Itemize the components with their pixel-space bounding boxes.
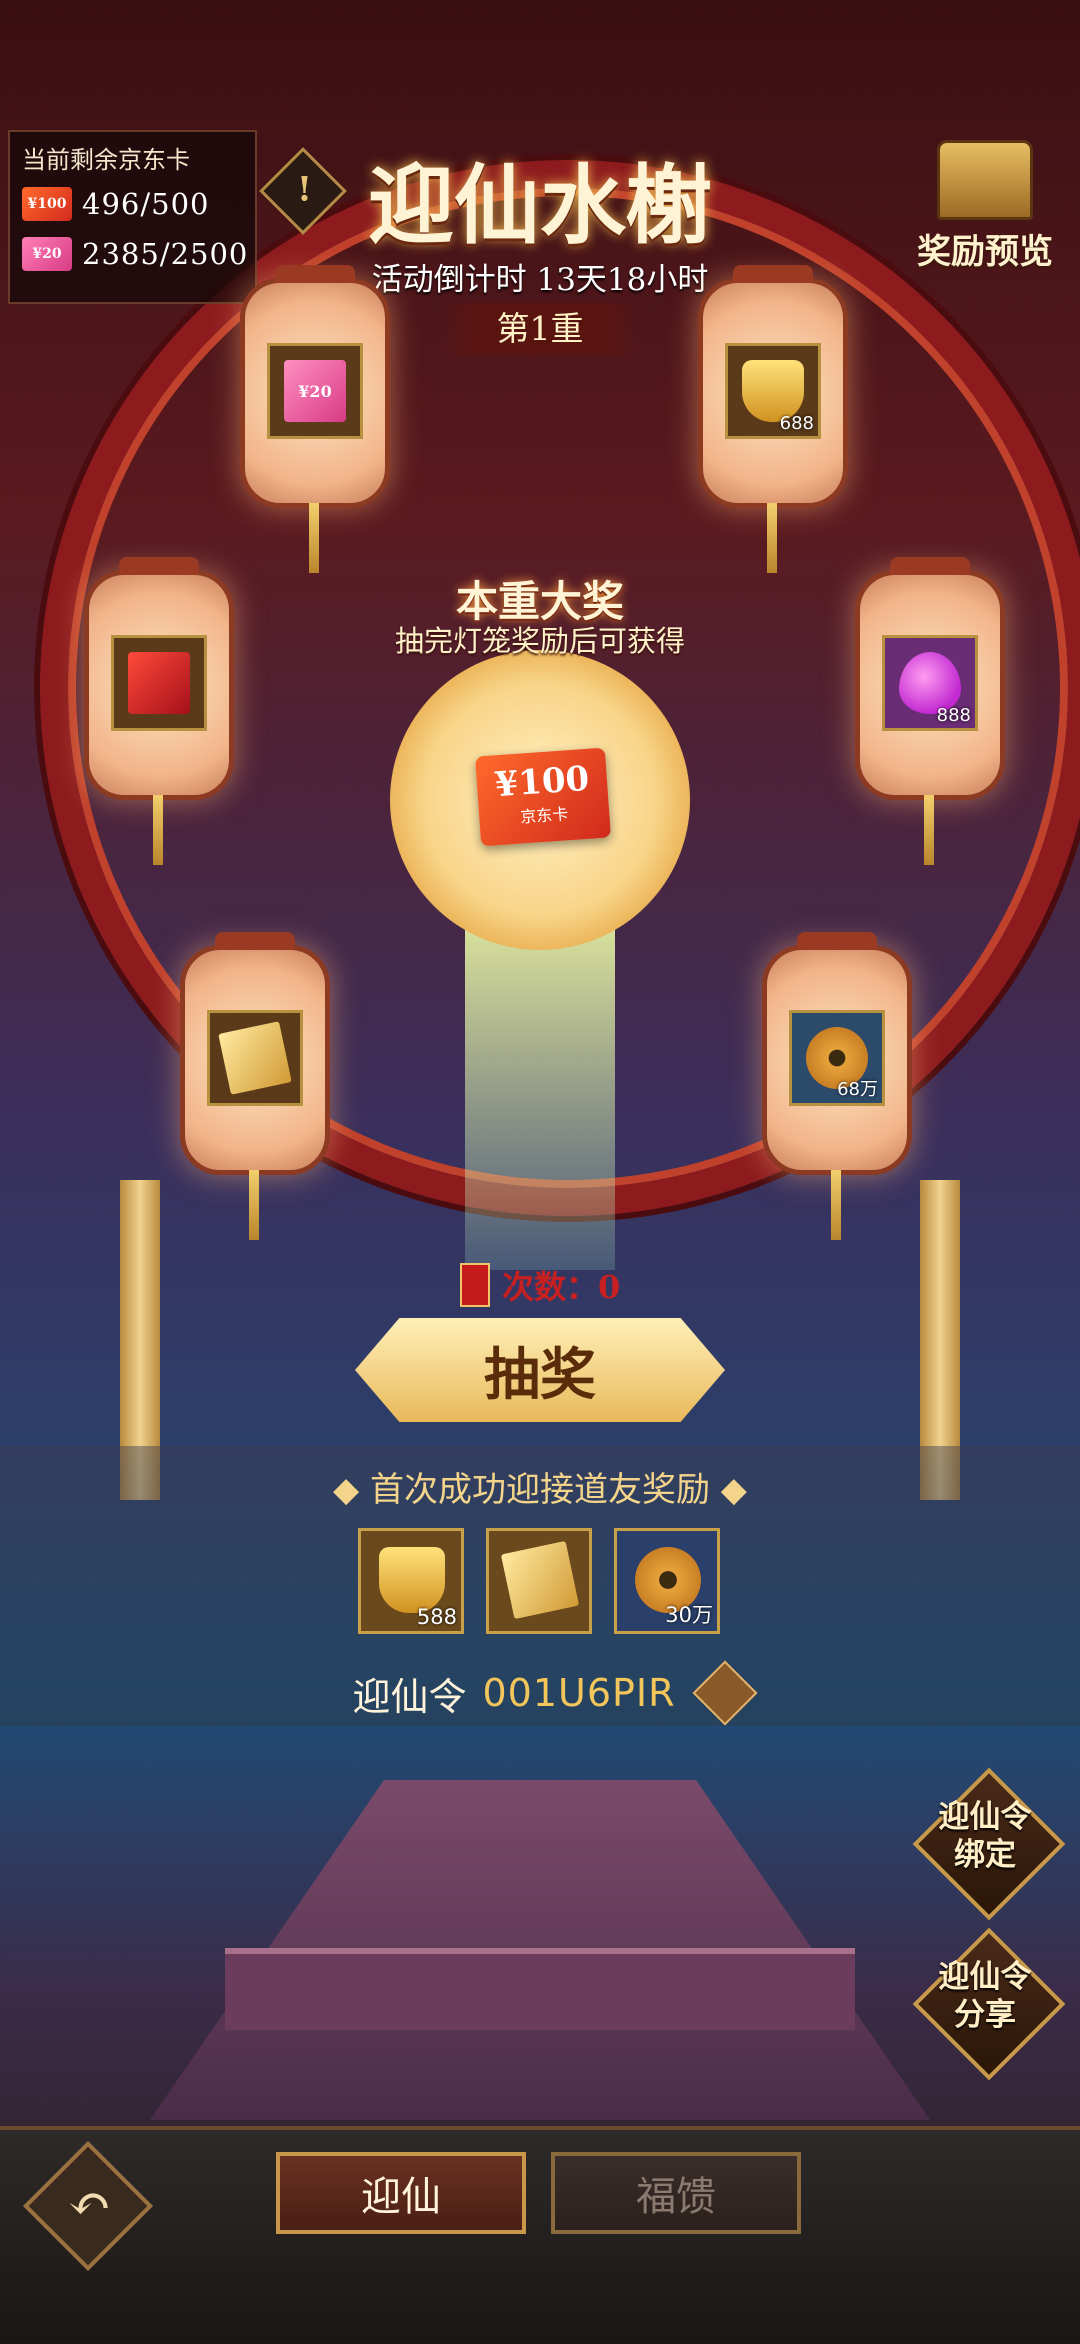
balance-row-20: ¥20 2385/2500 — [10, 229, 255, 279]
lantern-cap — [119, 557, 199, 575]
reward-qty: 888 — [936, 705, 971, 726]
reward-slot — [207, 1010, 303, 1106]
bind-invite-code-button[interactable]: 迎仙令 绑定 — [912, 1767, 1066, 1921]
jd-card-20-icon: ¥20 — [22, 237, 72, 271]
lantern-1[interactable]: ¥20 — [240, 265, 390, 573]
banknotes-icon — [500, 1540, 580, 1620]
lantern-cap — [215, 932, 295, 950]
lantern-tassel — [924, 795, 934, 865]
jd-card-20-icon: ¥20 — [284, 360, 346, 422]
invite-code-value: 001U6PIR — [482, 1671, 676, 1715]
event-countdown: 活动倒计时 13天18小时 — [371, 262, 709, 298]
reward-slot: ¥20 — [267, 343, 363, 439]
copy-icon[interactable] — [692, 1660, 758, 1726]
tab-yingxian[interactable]: 迎仙 — [276, 2152, 526, 2234]
reward-slot: 888 — [882, 635, 978, 731]
treasure-chest-icon — [937, 140, 1033, 220]
invite-code-row: 迎仙令 001U6PIR — [300, 1660, 800, 1726]
lantern-4[interactable]: 888 — [855, 557, 1005, 865]
reward-slot: 68万 — [789, 1010, 885, 1106]
grand-prize-subtitle: 抽完灯笼奖励后可获得 — [394, 624, 685, 658]
lantern-cap — [275, 265, 355, 283]
reward-preview-label: 奖励预览 — [917, 232, 1053, 272]
red-envelope-icon — [460, 1263, 490, 1307]
jd-card-100-icon[interactable]: ¥100 京东卡 — [475, 747, 611, 847]
light-beam — [465, 930, 615, 1270]
share-label: 迎仙令 分享 — [938, 1959, 1032, 2033]
balance-title: 当前剩余京东卡 — [22, 146, 190, 174]
lantern-cap — [797, 932, 877, 950]
reward-slot: 688 — [725, 343, 821, 439]
draw-count-label: 次数：0 — [502, 1268, 621, 1306]
first-reward-item[interactable] — [486, 1528, 592, 1634]
lantern-2[interactable]: 688 — [698, 265, 848, 573]
share-invite-code-button[interactable]: 迎仙令 分享 — [912, 1927, 1066, 2081]
tab-fukui[interactable]: 福馈 — [551, 2152, 801, 2234]
lantern-cap — [890, 557, 970, 575]
draw-button[interactable]: 抽奖 — [355, 1318, 725, 1422]
balance-value-20: 2385/2500 — [82, 237, 249, 271]
back-arrow-icon: ↶ — [67, 2174, 112, 2235]
gold-ingot-icon — [379, 1547, 445, 1613]
jd-card-balance-panel: 当前剩余京东卡 ¥100 496/500 ¥20 2385/2500 — [8, 130, 257, 304]
first-reward-item[interactable]: 30万 — [614, 1528, 720, 1634]
bottom-bar — [0, 2126, 1080, 2344]
reward-qty: 688 — [779, 413, 814, 434]
reward-qty: 588 — [416, 1605, 457, 1629]
balance-row-100: ¥100 496/500 — [10, 179, 255, 229]
lantern-cap — [733, 265, 813, 283]
reward-slot — [111, 635, 207, 731]
page-title: 迎仙水榭 — [368, 155, 712, 256]
lantern-5[interactable] — [180, 932, 330, 1240]
first-reward-item[interactable]: 588 — [358, 1528, 464, 1634]
lantern-tassel — [831, 1170, 841, 1240]
lantern-tassel — [309, 503, 319, 573]
lantern-3[interactable] — [84, 557, 234, 865]
draw-count: 次数：0 — [460, 1262, 660, 1308]
banknotes-icon — [218, 1021, 292, 1095]
lantern-tassel — [767, 503, 777, 573]
tier-label: 第1重 — [440, 303, 640, 355]
lantern-tassel — [249, 1170, 259, 1240]
invite-code-label: 迎仙令 — [352, 1674, 467, 1719]
lantern-6[interactable]: 68万 — [762, 932, 912, 1240]
info-icon: ! — [296, 169, 312, 210]
red-envelope-icon — [128, 652, 190, 714]
lantern-tassel — [153, 795, 163, 865]
reward-qty: 68万 — [837, 1079, 878, 1100]
reward-preview-button[interactable]: 奖励预览 — [900, 140, 1070, 273]
balance-value-100: 496/500 — [82, 187, 210, 221]
boat-seat — [225, 1948, 855, 2030]
jd-card-100-icon: ¥100 — [22, 187, 72, 221]
first-reward-title: ◆ 首次成功迎接道友奖励 ◆ — [333, 1470, 747, 1510]
reward-qty: 30万 — [665, 1603, 713, 1627]
bind-label: 迎仙令 绑定 — [938, 1799, 1032, 1873]
